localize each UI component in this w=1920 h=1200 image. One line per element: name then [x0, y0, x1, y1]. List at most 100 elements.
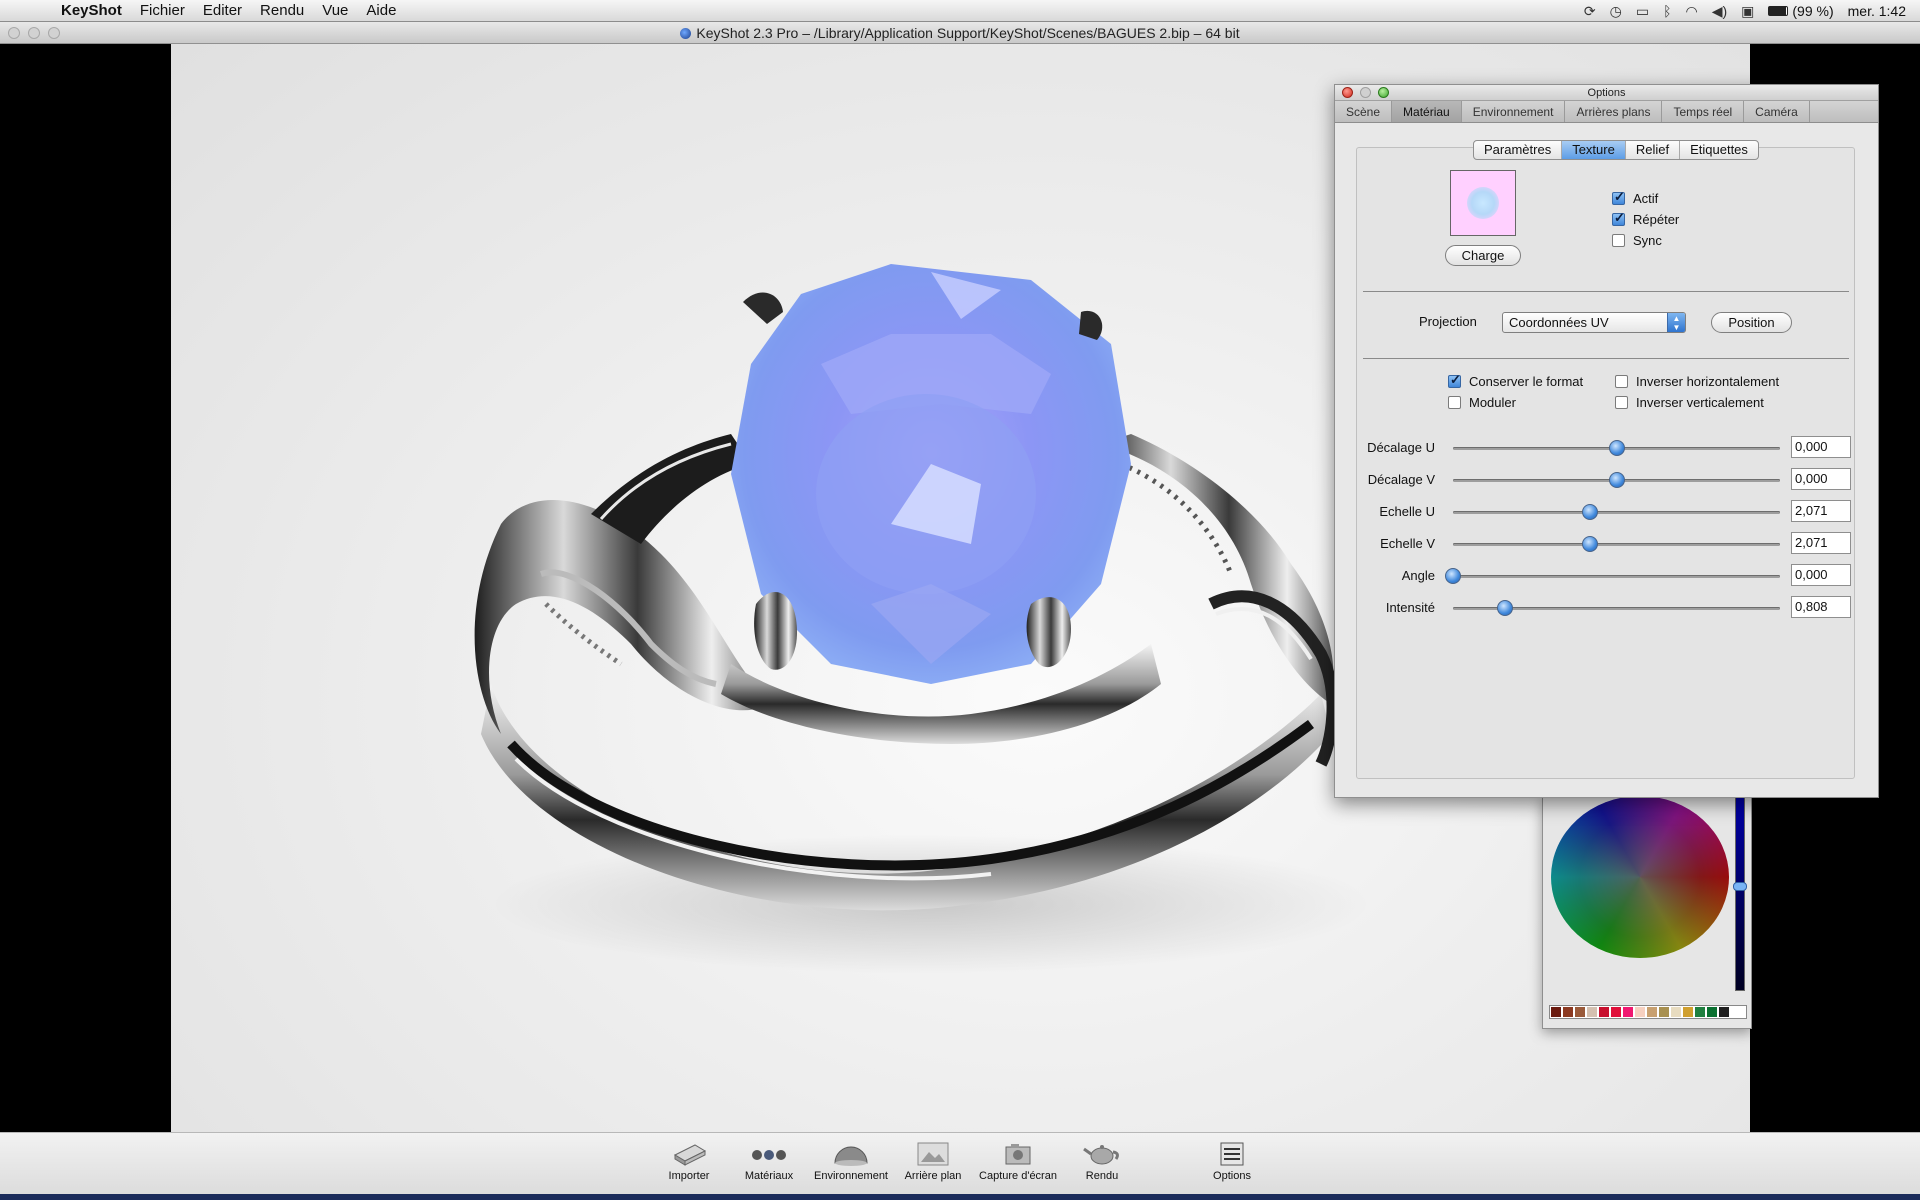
- options-zoom-button[interactable]: [1378, 87, 1389, 98]
- color-swatch[interactable]: [1611, 1007, 1621, 1017]
- checkbox-sync-box[interactable]: [1612, 234, 1625, 247]
- texture-preview-thumbnail[interactable]: [1450, 170, 1516, 236]
- checkbox-actif-box[interactable]: [1612, 189, 1625, 205]
- materials-button[interactable]: Matériaux: [726, 1137, 812, 1182]
- sync-status-icon[interactable]: ⟳: [1584, 3, 1596, 20]
- checkbox-sync[interactable]: Sync: [1612, 233, 1662, 248]
- tab-camera[interactable]: Caméra: [1744, 101, 1810, 122]
- load-texture-button[interactable]: Charge: [1445, 245, 1521, 266]
- color-swatches: [1549, 1005, 1747, 1019]
- checkbox-inverser-verticalement-box[interactable]: [1615, 396, 1628, 409]
- tab-scene[interactable]: Scène: [1335, 101, 1393, 122]
- slider-track-echelle-v[interactable]: [1453, 543, 1780, 546]
- value-field-decalage-u[interactable]: 0,000: [1791, 436, 1851, 458]
- checkbox-repeter[interactable]: Répéter: [1612, 210, 1679, 227]
- slider-knob-angle[interactable]: [1445, 568, 1461, 584]
- color-swatch[interactable]: [1695, 1007, 1705, 1017]
- slider-knob-echelle-u[interactable]: [1582, 504, 1599, 520]
- wifi-icon[interactable]: ◠: [1686, 3, 1698, 20]
- checkbox-inverser-horizontalement[interactable]: Inverser horizontalement: [1615, 374, 1779, 389]
- value-field-echelle-u[interactable]: 2,071: [1791, 500, 1851, 522]
- value-field-angle[interactable]: 0,000: [1791, 564, 1851, 586]
- checkbox-moduler[interactable]: Moduler: [1448, 395, 1516, 410]
- slider-track-angle[interactable]: [1453, 575, 1780, 578]
- volume-icon[interactable]: ◀): [1712, 3, 1727, 20]
- document-proxy-icon[interactable]: [680, 28, 692, 39]
- tab-environnement[interactable]: Environnement: [1462, 101, 1566, 122]
- slider-knob-decalage-v[interactable]: [1608, 472, 1625, 488]
- color-wheel[interactable]: [1551, 796, 1729, 958]
- checkbox-repeter-box[interactable]: [1612, 210, 1625, 226]
- color-swatch[interactable]: [1719, 1007, 1729, 1017]
- checkbox-conserver-format-box[interactable]: [1448, 372, 1461, 388]
- color-swatch[interactable]: [1635, 1007, 1645, 1017]
- checkbox-inverser-horizontalement-box[interactable]: [1615, 375, 1628, 388]
- battery-icon[interactable]: (99 %): [1768, 3, 1834, 19]
- color-swatch[interactable]: [1707, 1007, 1717, 1017]
- subtab-texture[interactable]: Texture: [1562, 141, 1626, 159]
- options-close-button[interactable]: [1342, 87, 1353, 98]
- menu-vue[interactable]: Vue: [313, 2, 357, 19]
- window-minimize-button[interactable]: [28, 27, 40, 39]
- menu-fichier[interactable]: Fichier: [131, 2, 194, 19]
- subtab-etiquettes[interactable]: Etiquettes: [1680, 141, 1758, 159]
- tab-temps-reel[interactable]: Temps réel: [1662, 101, 1745, 122]
- color-picker-window[interactable]: [1542, 795, 1752, 1029]
- brightness-slider-knob[interactable]: [1733, 882, 1747, 891]
- color-swatch[interactable]: [1683, 1007, 1693, 1017]
- value-field-echelle-v[interactable]: 2,071: [1791, 532, 1851, 554]
- value-field-decalage-v[interactable]: 0,000: [1791, 468, 1851, 490]
- menu-editer[interactable]: Editer: [194, 2, 251, 19]
- menu-clock[interactable]: mer. 1:42: [1848, 3, 1906, 19]
- display-icon[interactable]: ▭: [1636, 3, 1649, 20]
- color-swatch[interactable]: [1551, 1007, 1561, 1017]
- window-close-button[interactable]: [8, 27, 20, 39]
- checkbox-conserver-format[interactable]: Conserver le format: [1448, 372, 1584, 389]
- color-swatch[interactable]: [1671, 1007, 1681, 1017]
- camera-icon: [998, 1137, 1038, 1167]
- options-button[interactable]: Options: [1189, 1137, 1275, 1182]
- bluetooth-icon[interactable]: ᛒ: [1663, 3, 1671, 19]
- input-menu-icon[interactable]: ▣: [1741, 3, 1754, 20]
- window-title: KeyShot 2.3 Pro – /Library/Application S…: [696, 25, 1240, 41]
- render-button[interactable]: Rendu: [1059, 1137, 1145, 1182]
- color-swatch[interactable]: [1659, 1007, 1669, 1017]
- tab-materiau[interactable]: Matériau: [1392, 101, 1462, 122]
- position-button[interactable]: Position: [1711, 312, 1792, 333]
- slider-row-angle: Angle 0,000: [1357, 564, 1856, 588]
- brightness-slider[interactable]: [1735, 796, 1745, 991]
- options-title: Options: [1587, 87, 1626, 99]
- menu-aide[interactable]: Aide: [357, 2, 405, 19]
- checkbox-conserver-format-label: Conserver le format: [1469, 374, 1584, 389]
- environment-button[interactable]: Environnement: [808, 1137, 894, 1182]
- value-field-intensite[interactable]: 0,808: [1791, 596, 1851, 618]
- color-swatch[interactable]: [1575, 1007, 1585, 1017]
- projection-select[interactable]: Coordonnées UV ▲ ▼: [1502, 312, 1686, 333]
- time-machine-icon[interactable]: ◷: [1610, 3, 1622, 20]
- window-zoom-button[interactable]: [48, 27, 60, 39]
- slider-knob-echelle-v[interactable]: [1582, 536, 1599, 552]
- subtab-relief[interactable]: Relief: [1626, 141, 1681, 159]
- background-button[interactable]: Arrière plan: [890, 1137, 976, 1182]
- menu-app-name[interactable]: KeyShot: [52, 2, 131, 19]
- import-button[interactable]: Importer: [646, 1137, 732, 1182]
- color-swatch[interactable]: [1587, 1007, 1597, 1017]
- color-swatch[interactable]: [1623, 1007, 1633, 1017]
- background-button-label: Arrière plan: [904, 1170, 962, 1182]
- screenshot-button[interactable]: Capture d'écran: [975, 1137, 1061, 1182]
- color-swatch[interactable]: [1563, 1007, 1573, 1017]
- checkbox-moduler-box[interactable]: [1448, 396, 1461, 409]
- slider-knob-intensite[interactable]: [1497, 600, 1514, 616]
- color-swatch[interactable]: [1647, 1007, 1657, 1017]
- tab-arrieres-plans[interactable]: Arrières plans: [1565, 101, 1663, 122]
- slider-track-echelle-u[interactable]: [1453, 511, 1780, 514]
- slider-label-intensite: Intensité: [1385, 600, 1435, 615]
- menu-rendu[interactable]: Rendu: [251, 2, 313, 19]
- checkbox-actif[interactable]: Actif: [1612, 189, 1658, 206]
- options-minimize-button[interactable]: [1360, 87, 1371, 98]
- background-icon: [913, 1137, 953, 1167]
- subtab-parametres[interactable]: Paramètres: [1474, 141, 1563, 159]
- color-swatch[interactable]: [1599, 1007, 1609, 1017]
- checkbox-inverser-verticalement[interactable]: Inverser verticalement: [1615, 395, 1764, 410]
- slider-knob-decalage-u[interactable]: [1608, 440, 1625, 456]
